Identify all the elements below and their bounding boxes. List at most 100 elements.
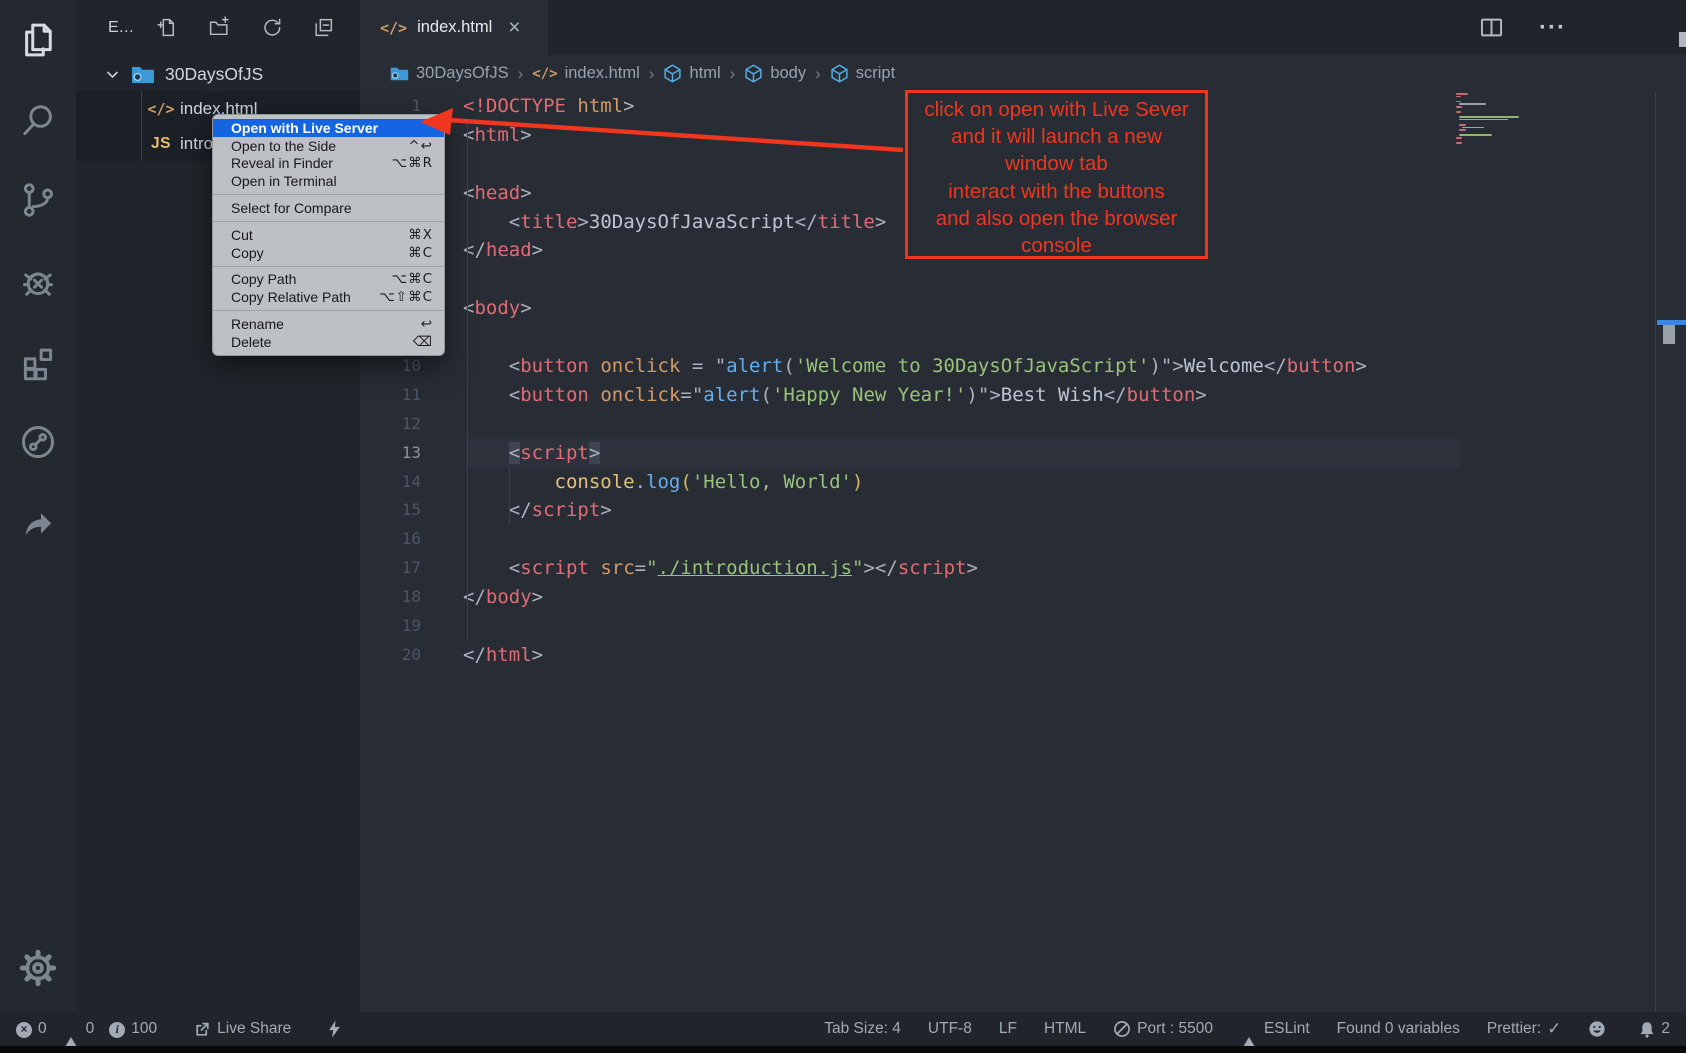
search-icon[interactable]	[0, 94, 76, 146]
activity-bar	[0, 0, 76, 1012]
status-port-5500[interactable]: Port : 5500	[1113, 1020, 1213, 1038]
debug-icon[interactable]	[0, 256, 76, 308]
code-text: </html>	[421, 641, 543, 670]
code-line-12[interactable]: 12	[360, 410, 1686, 439]
close-icon[interactable]: ×	[508, 17, 520, 38]
menu-separator	[213, 310, 444, 311]
new-folder-icon[interactable]	[208, 16, 231, 39]
code-line-19[interactable]: 19	[360, 612, 1686, 641]
tab-index-html[interactable]: </> index.html ×	[360, 0, 548, 55]
status-0[interactable]: 0	[62, 1020, 95, 1038]
window-edge	[0, 1046, 1686, 1053]
code-line-10[interactable]: 10 <button onclick = "alert('Welcome to …	[360, 352, 1686, 381]
status-utf-8[interactable]: UTF-8	[928, 1020, 972, 1038]
collapse-all-icon[interactable]	[312, 16, 335, 39]
scrollbar-thumb[interactable]	[1663, 325, 1675, 344]
split-editor-icon[interactable]	[1478, 14, 1505, 41]
extensions-icon[interactable]	[0, 336, 76, 388]
status-2[interactable]: 2	[1639, 1020, 1670, 1038]
code-line-13[interactable]: 13 <script>	[360, 439, 1686, 468]
status-eslint[interactable]: ESLint	[1240, 1020, 1310, 1038]
breadcrumb-label: index.html	[565, 64, 640, 83]
menu-separator	[213, 266, 444, 267]
menu-item-reveal-in-finder[interactable]: Reveal in Finder⌥⌘R	[213, 155, 444, 173]
code-line-16[interactable]: 16	[360, 525, 1686, 554]
refresh-icon[interactable]	[260, 16, 283, 39]
annotation-text: click on open with Live Sever	[908, 96, 1205, 123]
status-tab-size-4[interactable]: Tab Size: 4	[824, 1020, 901, 1038]
indent-guide	[141, 91, 142, 161]
chevron-down-icon	[106, 70, 119, 79]
new-file-icon[interactable]	[156, 16, 179, 39]
status-html[interactable]: HTML	[1044, 1020, 1086, 1038]
source-control-icon[interactable]	[0, 174, 76, 226]
status-0[interactable]: ×0	[16, 1020, 47, 1038]
breadcrumb: 30DaysOfJS›</>index.html›html›body›scrip…	[360, 55, 1686, 92]
code-text	[421, 525, 463, 554]
status-label: Found 0 variables	[1337, 1020, 1460, 1038]
code-line-14[interactable]: 14 console.log('Hello, World')	[360, 468, 1686, 497]
breadcrumb-item-30daysofjs[interactable]: 30DaysOfJS	[390, 64, 509, 83]
menu-item-open-in-terminal[interactable]: Open in Terminal	[213, 172, 444, 190]
status-prettier[interactable]: Prettier:✓	[1487, 1019, 1562, 1039]
line-number: 15	[360, 496, 421, 525]
menu-item-copy-path[interactable]: Copy Path⌥⌘C	[213, 271, 444, 289]
minimap[interactable]	[1456, 93, 1548, 145]
code-line-8[interactable]: 8<body>	[360, 294, 1686, 323]
gear-icon[interactable]	[0, 942, 76, 994]
code-line-15[interactable]: 15 </script>	[360, 496, 1686, 525]
code-text: <!DOCTYPE html>	[421, 92, 635, 121]
annotation-text: interact with the buttons	[908, 178, 1205, 205]
tree-folder-30daysofjs[interactable]: 30DaysOfJS	[76, 57, 360, 91]
menu-item-open-with-live-server[interactable]: Open with Live Server	[213, 119, 444, 137]
tab-label: index.html	[417, 18, 492, 37]
menu-item-delete[interactable]: Delete⌫	[213, 333, 444, 351]
folder-label: 30DaysOfJS	[165, 64, 263, 85]
line-number: 19	[360, 612, 421, 641]
menu-item-cut[interactable]: Cut⌘X	[213, 226, 444, 244]
breadcrumb-item-script[interactable]: script	[830, 64, 895, 83]
status-live-share[interactable]: Live Share	[194, 1020, 291, 1038]
code-text: console.log('Hello, World')	[421, 468, 863, 497]
share-arrow-icon[interactable]	[0, 496, 76, 548]
status-label: ESLint	[1264, 1020, 1310, 1038]
code-line-18[interactable]: 18</body>	[360, 583, 1686, 612]
more-actions-icon[interactable]: ···	[1539, 14, 1566, 42]
menu-item-copy-relative-path[interactable]: Copy Relative Path⌥⇧⌘C	[213, 288, 444, 306]
breadcrumb-separator: ›	[730, 64, 736, 84]
breadcrumb-item-html[interactable]: html	[663, 64, 720, 83]
code-line-11[interactable]: 11 <button onclick="alert('Happy New Yea…	[360, 381, 1686, 410]
symbol-cube-icon	[663, 64, 682, 83]
breadcrumb-item-body[interactable]: body	[744, 64, 806, 83]
status-label: 2	[1661, 1020, 1670, 1038]
breadcrumb-item-index-html[interactable]: </>index.html	[532, 64, 640, 83]
code-line-17[interactable]: 17 <script src="./introduction.js"></scr…	[360, 554, 1686, 583]
breadcrumb-label: html	[689, 64, 720, 83]
code-text: </script>	[421, 496, 612, 525]
code-line-20[interactable]: 20</html>	[360, 641, 1686, 670]
code-text: <title>30DaysOfJavaScript</title>	[421, 208, 886, 237]
annotation-text: window tab	[908, 150, 1205, 177]
menu-item-open-to-the-side[interactable]: Open to the Side^↩	[213, 137, 444, 155]
explorer-title: E...	[108, 19, 134, 37]
annotation-text: console	[908, 232, 1205, 259]
code-text: <button onclick = "alert('Welcome to 30D…	[421, 352, 1367, 381]
code-line-9[interactable]: 9	[360, 323, 1686, 352]
status-label: HTML	[1044, 1020, 1086, 1038]
explorer-header: E...	[76, 0, 360, 55]
status-smiley-icon[interactable]	[1588, 1020, 1612, 1038]
status-lightning-icon[interactable]	[328, 1020, 347, 1038]
status-lf[interactable]: LF	[999, 1020, 1017, 1038]
code-line-7[interactable]: 7	[360, 265, 1686, 294]
live-share-circle-icon[interactable]	[0, 416, 76, 468]
status-found-0-variables[interactable]: Found 0 variables	[1337, 1020, 1460, 1038]
menu-item-copy[interactable]: Copy⌘C	[213, 244, 444, 262]
scrollbar[interactable]	[1679, 32, 1686, 47]
info-icon: i	[109, 1020, 125, 1038]
menu-item-rename[interactable]: Rename↩	[213, 315, 444, 333]
line-number: 20	[360, 641, 421, 670]
status-100[interactable]: i100	[109, 1020, 157, 1038]
files-icon[interactable]	[0, 14, 76, 66]
menu-item-select-for-compare[interactable]: Select for Compare	[213, 199, 444, 217]
status-label: UTF-8	[928, 1020, 972, 1038]
